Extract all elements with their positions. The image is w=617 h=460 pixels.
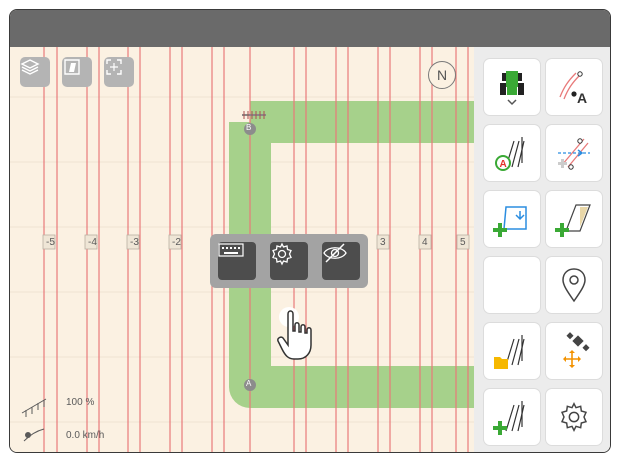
- tractor-button[interactable]: [484, 59, 540, 115]
- line-number: -2: [172, 237, 181, 248]
- scale-text: 100 %: [66, 397, 95, 408]
- add-boundary-icon: [493, 206, 527, 237]
- function-panel: A A: [474, 47, 610, 452]
- new-lines-button[interactable]: [484, 389, 540, 445]
- status-bar: [10, 10, 610, 47]
- center-position-button[interactable]: [104, 57, 134, 87]
- auto-guidance-icon: A: [495, 137, 525, 171]
- line-number: -4: [88, 237, 97, 248]
- field-view-button[interactable]: [62, 57, 92, 87]
- line-number: -3: [130, 237, 139, 248]
- ab-line-icon: A: [559, 71, 587, 106]
- context-menu: [210, 234, 368, 288]
- shift-line-button[interactable]: [546, 125, 602, 181]
- hide-button[interactable]: [322, 242, 360, 280]
- line-number: -5: [46, 237, 55, 248]
- map-view[interactable]: N -5 -4 -3 -2 3 4 5 B A 100 % 0.0 km/h: [10, 47, 474, 452]
- layers-icon: [20, 59, 40, 75]
- load-lines-button[interactable]: [484, 323, 540, 379]
- keyboard-icon: [218, 243, 244, 257]
- add-boundary-button[interactable]: [484, 191, 540, 247]
- keyboard-button[interactable]: [218, 242, 256, 280]
- tractor-icon: [500, 71, 524, 106]
- north-label: N: [436, 67, 448, 83]
- hide-eye-icon: [323, 243, 347, 263]
- north-indicator[interactable]: N: [428, 61, 456, 89]
- settings-gear-icon: [272, 242, 292, 266]
- speed-text: 0.0 km/h: [66, 430, 105, 441]
- settings-panel-button[interactable]: [546, 389, 602, 445]
- settings-gear-icon: [560, 402, 588, 432]
- gps-button[interactable]: [546, 323, 602, 379]
- load-lines-icon: [494, 335, 525, 369]
- location-pin-icon: [562, 268, 586, 303]
- center-position-icon: [106, 59, 122, 75]
- line-number: 3: [380, 237, 386, 248]
- line-number: 5: [460, 237, 466, 248]
- speed-icon: [23, 428, 45, 442]
- shift-line-icon: [558, 138, 590, 170]
- marker-a-label: A: [246, 379, 252, 388]
- add-field-icon: [555, 204, 591, 237]
- layers-button[interactable]: [20, 57, 50, 87]
- field-view-icon: [64, 59, 80, 75]
- gps-satellite-icon: [563, 332, 590, 368]
- auto-guidance-button[interactable]: A: [484, 125, 540, 181]
- settings-button[interactable]: [270, 242, 308, 280]
- new-lines-icon: [493, 401, 525, 435]
- scale-icon: [21, 398, 47, 417]
- app-frame: N -5 -4 -3 -2 3 4 5 B A 100 % 0.0 km/h A…: [9, 9, 611, 453]
- marker-b-label: B: [246, 123, 252, 132]
- ab-line-button[interactable]: A: [546, 59, 602, 115]
- svg-text:A: A: [500, 159, 507, 170]
- location-button[interactable]: [546, 257, 602, 313]
- add-field-button[interactable]: [546, 191, 602, 247]
- empty-slot: [484, 257, 540, 313]
- svg-text:A: A: [577, 90, 587, 106]
- line-number: 4: [422, 237, 428, 248]
